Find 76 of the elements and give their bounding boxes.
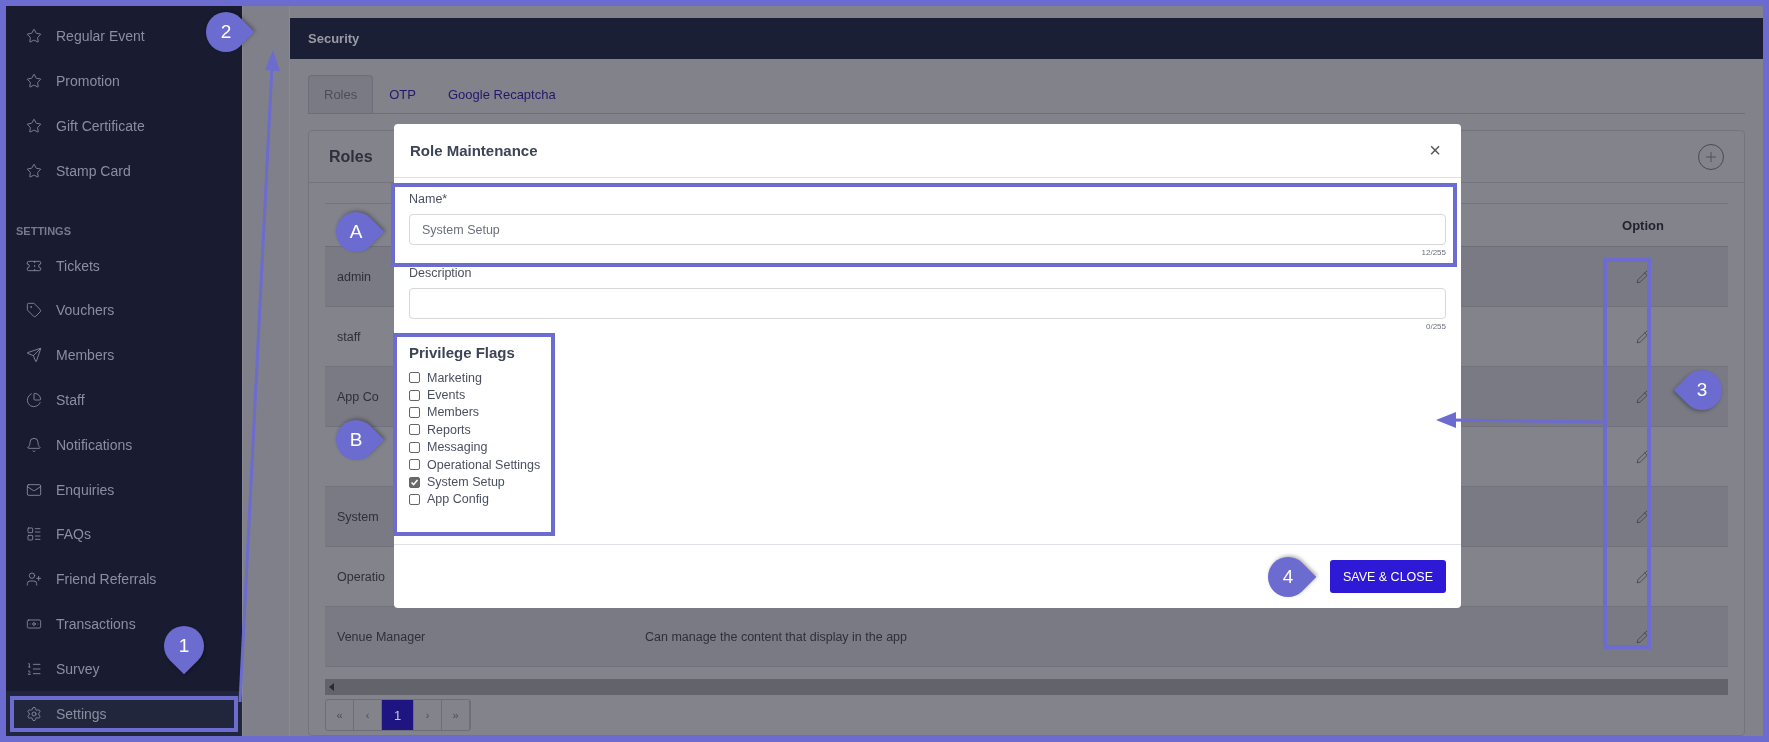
character-counter: 12/255 [1421, 248, 1446, 257]
sidebar-item[interactable]: Transactions [6, 601, 144, 647]
sidebar-item[interactable]: Promotion [6, 58, 128, 104]
sidebar-item-icon [26, 118, 42, 135]
field-label: Description [409, 266, 473, 280]
table-cell: System [337, 509, 379, 524]
tab[interactable]: Google Recaptcha [432, 75, 572, 113]
checkbox-label: Operational Settings [427, 457, 541, 472]
checkbox-label: Members [427, 405, 480, 420]
sidebar-item[interactable]: Regular Event [6, 14, 153, 59]
sidebar-item[interactable]: Staff [6, 377, 93, 423]
pencil-icon [1636, 389, 1650, 404]
sidebar-item-icon [26, 616, 42, 632]
checkbox[interactable] [409, 372, 420, 384]
sidebar-item-icon [26, 391, 42, 408]
horizontal-scrollbar[interactable] [325, 679, 1728, 695]
checkbox-label: System Setup [427, 475, 505, 490]
sidebar-item[interactable]: Survey [6, 646, 108, 692]
pencil-icon [1636, 269, 1650, 284]
save-button[interactable]: SAVE & CLOSE [1329, 560, 1446, 593]
pencil-icon [1636, 629, 1650, 644]
section-title: Privilege Flags [409, 344, 516, 361]
sidebar-item[interactable]: FAQs [6, 512, 99, 557]
sidebar-item[interactable]: Tickets [6, 243, 108, 288]
checkbox[interactable] [409, 389, 420, 401]
pencil-icon [1636, 449, 1650, 464]
card-title: Roles [329, 147, 373, 166]
sidebar-item-icon [26, 28, 42, 45]
checkbox[interactable] [409, 459, 420, 471]
table-cell: Can manage the content that display in the app [645, 629, 907, 644]
sidebar-item-icon [26, 73, 42, 90]
character-counter: 0/255 [1425, 322, 1446, 331]
sidebar-item-icon [26, 660, 42, 677]
checkbox-label: Marketing [427, 370, 482, 385]
tab[interactable]: OTP [373, 75, 432, 113]
checkbox[interactable] [409, 476, 420, 488]
checkbox[interactable] [409, 493, 420, 505]
checkbox-label: Events [427, 388, 466, 403]
column-header: Option [1621, 217, 1665, 233]
page-title: Security [308, 31, 360, 46]
sidebar-item[interactable]: Members [6, 332, 123, 378]
sidebar-item[interactable]: Gift Certificate [6, 103, 153, 149]
checkbox[interactable] [409, 406, 420, 418]
checkbox-label: App Config [427, 492, 489, 507]
close-button[interactable]: × [1425, 139, 1445, 162]
table-cell: staff [337, 329, 361, 344]
sidebar-item[interactable]: Notifications [6, 422, 141, 468]
checkbox-label: Messaging [427, 440, 488, 455]
sidebar-item-icon [26, 526, 42, 543]
sidebar-section-heading: SETTINGS [15, 224, 72, 240]
sidebar-item[interactable]: Stamp Card [6, 148, 139, 194]
page-button[interactable]: 1 [382, 700, 414, 730]
table-cell: admin [337, 269, 372, 284]
sidebar-item-icon [26, 705, 42, 722]
checkbox[interactable] [409, 441, 420, 453]
modal-title: Role Maintenance [410, 142, 538, 159]
table-cell: Venue Manager [337, 629, 426, 644]
sidebar-item[interactable]: Vouchers [6, 287, 123, 333]
field-label: Name* [409, 192, 449, 206]
sidebar-item-icon [26, 162, 42, 179]
sidebar-item-icon [26, 347, 42, 364]
input-field[interactable] [409, 288, 1446, 319]
sidebar-item[interactable]: Enquiries [6, 467, 123, 512]
input-field[interactable]: System Setup [409, 214, 1446, 245]
checkbox-label: Reports [427, 422, 471, 437]
sidebar-item[interactable]: Friend Referrals [6, 556, 165, 602]
sidebar-item-icon [26, 571, 42, 588]
sidebar-item-icon [26, 436, 42, 453]
pencil-icon [1636, 569, 1650, 584]
sidebar-item-icon [26, 481, 42, 498]
table-cell: Operatio [337, 569, 385, 584]
pencil-icon [1636, 329, 1650, 344]
checkbox[interactable] [409, 424, 420, 436]
pencil-icon [1636, 509, 1650, 524]
table-cell: App Co [337, 389, 379, 404]
sidebar-item-icon [26, 302, 42, 319]
